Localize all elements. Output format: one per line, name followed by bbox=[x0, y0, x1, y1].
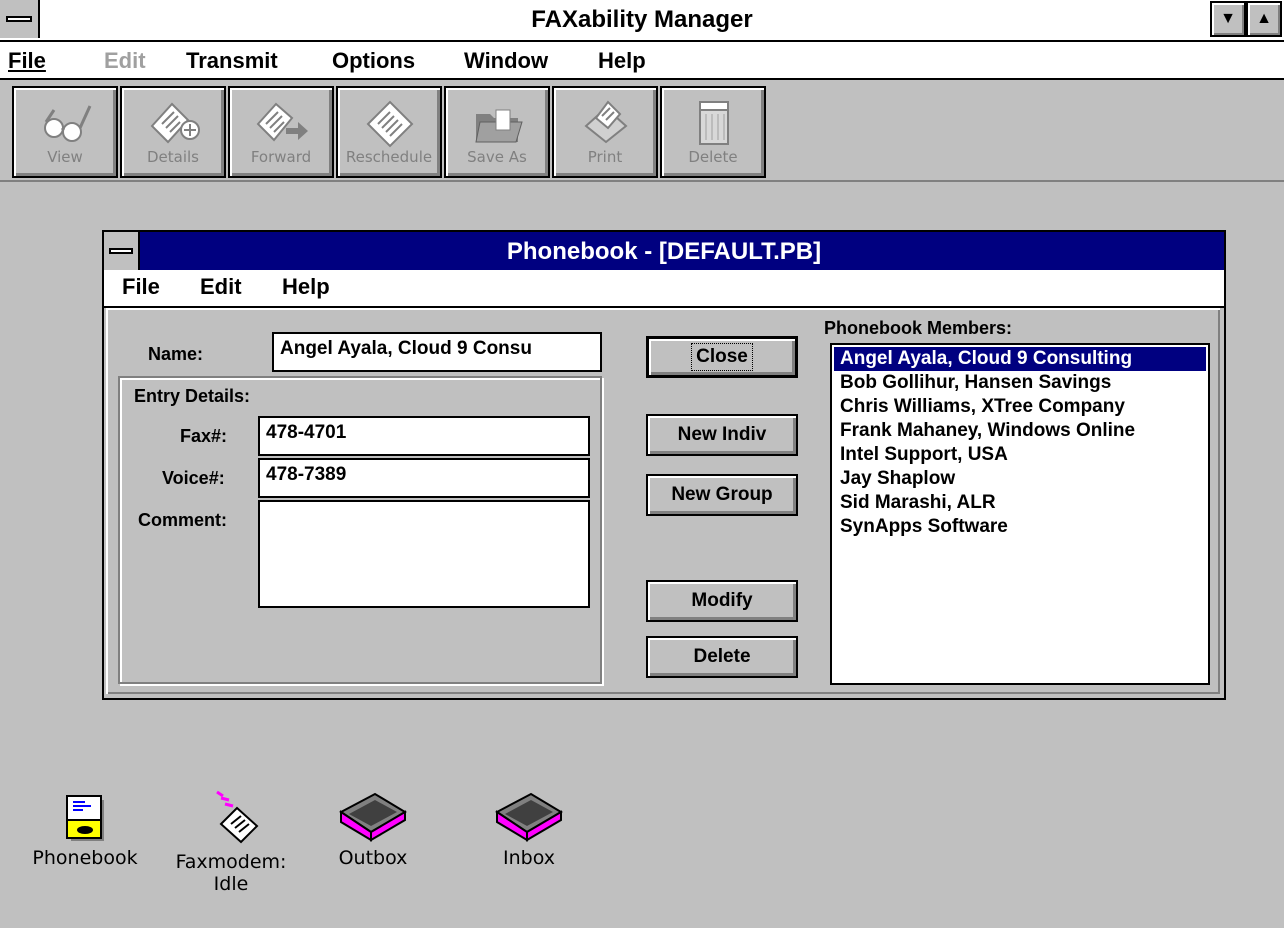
view-icon bbox=[44, 105, 92, 142]
menu-help-label: Help bbox=[598, 48, 646, 73]
menu-window[interactable]: Window bbox=[464, 48, 548, 74]
phonebook-menu-file-label: File bbox=[122, 274, 160, 299]
phonebook-menu-file[interactable]: File bbox=[122, 274, 160, 300]
toolbar-forward-button[interactable]: Forward bbox=[228, 86, 334, 178]
maximize-arrow-icon: ▲ bbox=[1256, 10, 1272, 27]
menu-transmit[interactable]: Transmit bbox=[186, 48, 278, 74]
outbox-icon-label: Outbox bbox=[338, 847, 408, 869]
maximize-button[interactable]: ▲ bbox=[1246, 1, 1282, 37]
menu-file[interactable]: File bbox=[8, 48, 46, 74]
phonebook-icon-label: Phonebook bbox=[32, 847, 138, 869]
app-menu-bar: File Edit Transmit Options Window Help bbox=[0, 42, 1284, 80]
menu-options-label: Options bbox=[332, 48, 416, 73]
toolbar-save-as-label: Save As bbox=[467, 148, 527, 166]
members-label: Phonebook Members: bbox=[824, 318, 1013, 338]
toolbar-reschedule-button[interactable]: Reschedule bbox=[336, 86, 442, 178]
list-item[interactable]: SynApps Software bbox=[834, 515, 1206, 539]
new-group-button[interactable]: New Group bbox=[646, 474, 798, 516]
menu-edit-label: Edit bbox=[104, 48, 146, 73]
desktop-icon-outbox[interactable]: Outbox bbox=[318, 790, 428, 869]
phonebook-title-bar: Phonebook - [DEFAULT.PB] bbox=[104, 232, 1224, 270]
modify-button-label: Modify bbox=[691, 590, 753, 611]
desktop-icon-phonebook[interactable]: Phonebook bbox=[20, 790, 150, 869]
outbox-icon bbox=[339, 792, 407, 842]
save-as-icon bbox=[475, 109, 523, 143]
faxmodem-status-label: Idle bbox=[213, 873, 249, 895]
toolbar-delete-label: Delete bbox=[688, 148, 738, 166]
menu-help[interactable]: Help bbox=[598, 48, 646, 74]
list-item[interactable]: Frank Mahaney, Windows Online bbox=[834, 419, 1206, 443]
fax-number-field[interactable]: 478-4701 bbox=[258, 416, 590, 456]
modify-button[interactable]: Modify bbox=[646, 580, 798, 622]
menu-transmit-label: Transmit bbox=[186, 48, 278, 73]
new-group-button-label: New Group bbox=[671, 484, 773, 505]
phonebook-menu-help-label: Help bbox=[282, 274, 330, 299]
print-icon bbox=[584, 100, 628, 144]
comment-field[interactable] bbox=[258, 500, 590, 608]
details-icon bbox=[150, 102, 200, 144]
toolbar-forward-label: Forward bbox=[250, 148, 312, 166]
app-title-bar: FAXability Manager ▼ ▲ bbox=[0, 0, 1284, 42]
delete-button-label: Delete bbox=[693, 646, 751, 667]
reschedule-icon bbox=[366, 100, 414, 148]
new-individual-button-label: New Indiv bbox=[677, 424, 767, 445]
fax-label: Fax#: bbox=[180, 426, 228, 446]
forward-icon bbox=[256, 102, 308, 142]
menu-options[interactable]: Options bbox=[332, 48, 415, 74]
phonebook-title: Phonebook - [DEFAULT.PB] bbox=[506, 238, 822, 265]
list-item-selected[interactable]: Angel Ayala, Cloud 9 Consulting bbox=[834, 347, 1206, 371]
desktop-icon-inbox[interactable]: Inbox bbox=[474, 790, 584, 869]
minimize-button[interactable]: ▼ bbox=[1210, 1, 1246, 37]
list-item[interactable]: Chris Williams, XTree Company bbox=[834, 395, 1206, 419]
delete-button[interactable]: Delete bbox=[646, 636, 798, 678]
name-field[interactable]: Angel Ayala, Cloud 9 Consu bbox=[272, 332, 602, 372]
list-item[interactable]: Intel Support, USA bbox=[834, 443, 1206, 467]
toolbar-details-label: Details bbox=[146, 148, 199, 166]
phonebook-menu-edit[interactable]: Edit bbox=[200, 274, 242, 300]
toolbar-divider bbox=[0, 180, 1284, 182]
voice-label: Voice#: bbox=[162, 468, 225, 488]
toolbar-save-as-button[interactable]: Save As bbox=[444, 86, 550, 178]
toolbar-view-button[interactable]: View bbox=[12, 86, 118, 178]
menu-window-label: Window bbox=[464, 48, 549, 73]
app-title: FAXability Manager bbox=[531, 6, 753, 33]
comment-label: Comment: bbox=[138, 510, 227, 530]
desktop-icon-faxmodem[interactable]: Faxmodem: Idle bbox=[166, 790, 296, 895]
faxmodem-icon-label: Faxmodem: bbox=[175, 851, 287, 873]
phonebook-menu-help[interactable]: Help bbox=[282, 274, 330, 300]
toolbar-delete-button[interactable]: Delete bbox=[660, 86, 766, 178]
close-button[interactable]: Close bbox=[646, 336, 798, 378]
entry-details-label: Entry Details: bbox=[134, 386, 251, 406]
toolbar-reschedule-label: Reschedule bbox=[345, 148, 433, 166]
menu-edit[interactable]: Edit bbox=[104, 48, 146, 74]
list-item[interactable]: Sid Marashi, ALR bbox=[834, 491, 1206, 515]
close-button-label: Close bbox=[691, 343, 753, 371]
inbox-icon bbox=[495, 792, 563, 842]
toolbar-print-label: Print bbox=[587, 148, 623, 166]
menu-file-label: File bbox=[8, 48, 46, 73]
minimize-arrow-icon: ▼ bbox=[1220, 10, 1236, 27]
toolbar-print-button[interactable]: Print bbox=[552, 86, 658, 178]
inbox-icon-label: Inbox bbox=[503, 847, 555, 869]
phonebook-menu-edit-label: Edit bbox=[200, 274, 242, 299]
faxmodem-icon bbox=[216, 790, 259, 844]
toolbar-details-button[interactable]: Details bbox=[120, 86, 226, 178]
list-item[interactable]: Bob Gollihur, Hansen Savings bbox=[834, 371, 1206, 395]
new-individual-button[interactable]: New Indiv bbox=[646, 414, 798, 456]
phonebook-icon bbox=[66, 795, 104, 841]
members-list[interactable]: Angel Ayala, Cloud 9 Consulting Bob Goll… bbox=[830, 343, 1210, 685]
voice-number-field[interactable]: 478-7389 bbox=[258, 458, 590, 498]
phonebook-menu-bar: File Edit Help bbox=[104, 270, 1224, 308]
name-label: Name: bbox=[148, 344, 204, 364]
list-item[interactable]: Jay Shaplow bbox=[834, 467, 1206, 491]
delete-icon bbox=[699, 101, 729, 145]
toolbar-view-label: View bbox=[47, 148, 83, 166]
